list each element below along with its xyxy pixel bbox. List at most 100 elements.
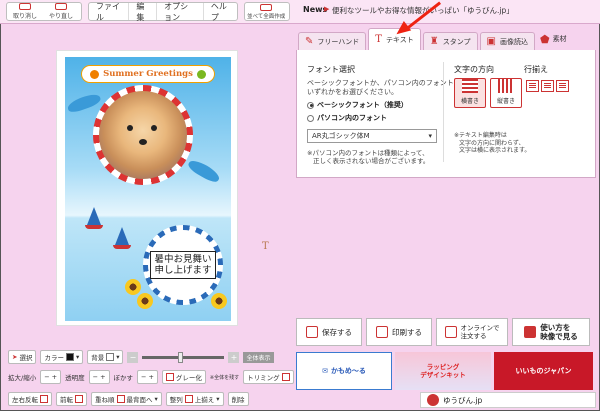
- order-button[interactable]: 重ね順 最背面へ ▾: [91, 392, 162, 406]
- menu-options[interactable]: オプション: [157, 2, 204, 22]
- blur-buttons[interactable]: − +: [137, 370, 158, 384]
- fit-group: 並べて全面作成: [244, 2, 290, 21]
- ad-banners: ✉ かもめ～る ラッピング デザインキット いいものジャパン: [296, 352, 596, 390]
- vertical-writing-button[interactable]: 縦書き: [490, 78, 522, 108]
- radio-dot: [307, 101, 314, 109]
- align-right-button[interactable]: [556, 80, 569, 92]
- direction-title: 文字の方向: [454, 65, 494, 74]
- boat-hull-1: [85, 225, 103, 229]
- postcard-design: Summer Greetings 暑中お見舞い 申し上げます: [65, 57, 231, 321]
- text-icon: T: [375, 34, 382, 45]
- message-frame[interactable]: 暑中お見舞い 申し上げます: [143, 225, 223, 305]
- fullview-button[interactable]: 全体表示: [243, 351, 274, 363]
- chevron-down-icon: ▾: [75, 353, 80, 361]
- dog-eye-right: [151, 125, 157, 131]
- opacity-buttons[interactable]: − +: [88, 370, 110, 384]
- sunflower-3: [211, 293, 227, 309]
- radio-pc-font[interactable]: パソコン内のフォント: [307, 113, 585, 123]
- video-icon: [524, 326, 537, 338]
- minus-icon: −: [44, 373, 50, 381]
- menu-help[interactable]: ヘルプ: [204, 2, 237, 22]
- align-left-button[interactable]: [526, 80, 539, 92]
- postcard[interactable]: Summer Greetings 暑中お見舞い 申し上げます: [56, 50, 238, 326]
- pen-icon: ✎: [305, 36, 314, 47]
- arrange-button[interactable]: 整列 上揃え ▾: [165, 392, 224, 406]
- delete-button[interactable]: 削除: [227, 392, 249, 406]
- minus-icon: −: [92, 373, 99, 381]
- panel-divider: [443, 62, 444, 162]
- zoom-slider-knob[interactable]: [178, 351, 184, 363]
- save-icon: [306, 326, 318, 338]
- save-button[interactable]: 保存する: [296, 318, 362, 346]
- boat-sail-1: [87, 207, 101, 225]
- background-picker[interactable]: 背景 ▾: [87, 350, 124, 364]
- radio-basic-font[interactable]: ベーシックフォント（推奨）: [307, 100, 585, 110]
- material-icon: ⬟: [540, 32, 550, 46]
- message-text[interactable]: 暑中お見舞い 申し上げます: [150, 251, 216, 279]
- ad-japan[interactable]: いいものジャパン: [494, 352, 593, 390]
- redo-icon: [55, 3, 68, 10]
- scale-label: 拡大/縮小: [8, 374, 37, 382]
- order-online-button[interactable]: オンラインで 注文する: [436, 318, 508, 346]
- font-dropdown[interactable]: AR丸ゴシック体M ▾: [307, 129, 437, 143]
- scale-buttons[interactable]: − +: [40, 370, 62, 384]
- flip-button[interactable]: 左右反転: [8, 392, 52, 406]
- color-picker[interactable]: カラー ▾: [40, 350, 84, 364]
- tab-image[interactable]: ▣ 画像読込: [479, 32, 535, 50]
- zoom-slider[interactable]: [142, 351, 225, 363]
- fit-button[interactable]: 並べて全面作成: [245, 3, 287, 20]
- ad-wrapping[interactable]: ラッピング デザインキット: [395, 352, 491, 390]
- control-row-2: 拡大/縮小 − + 透明度 − + ぼかす − + グレー化 ※全体を残す トリミング: [8, 370, 294, 384]
- select-tool-button[interactable]: ➤ 選択: [8, 350, 37, 364]
- greeting-banner[interactable]: Summer Greetings: [81, 65, 215, 83]
- tab-materials[interactable]: ⬟ 素材: [540, 29, 596, 49]
- dog-photo: [99, 91, 187, 179]
- align-center-button[interactable]: [541, 80, 554, 92]
- trim-icon: [281, 373, 290, 381]
- print-button[interactable]: 印刷する: [366, 318, 432, 346]
- radio-dot: [307, 114, 314, 122]
- gray-button[interactable]: グレー化: [161, 370, 206, 384]
- plus-icon: +: [100, 373, 106, 381]
- ad-kamome[interactable]: ✉ かもめ～る: [296, 352, 392, 390]
- photo-frame[interactable]: [93, 85, 193, 185]
- print-icon: [376, 326, 388, 338]
- menu-file[interactable]: ファイル: [89, 2, 130, 22]
- bg-swatch: [106, 353, 115, 361]
- horizontal-writing-button[interactable]: 横書き: [454, 78, 486, 108]
- dog-eye-left: [127, 125, 133, 131]
- text-cursor-icon: T: [262, 241, 269, 252]
- tab-freehand[interactable]: ✎ フリーハンド: [298, 32, 367, 50]
- flip-icon: [40, 395, 48, 403]
- boat-sail-2: [115, 227, 129, 245]
- footer-bar[interactable]: ゆうびん.jp: [420, 392, 596, 408]
- control-row-1: ➤ 選択 カラー ▾ 背景 ▾ − + 全体表示: [8, 350, 274, 364]
- orange-icon: [90, 69, 100, 79]
- trim-button[interactable]: トリミング: [243, 370, 294, 384]
- chevron-down-icon: ▾: [428, 132, 432, 140]
- rotate-button[interactable]: 前転: [56, 392, 87, 406]
- cart-icon: [444, 326, 457, 338]
- color-swatch: [65, 353, 74, 361]
- zoom-in-button[interactable]: +: [228, 351, 240, 363]
- rotate-icon: [75, 395, 83, 403]
- stamp-icon: ♜: [429, 36, 439, 47]
- action-buttons: 保存する 印刷する オンラインで 注文する 使い方を 映像で見る: [296, 318, 596, 350]
- news-arrow-icon: ▶: [324, 5, 330, 13]
- redo-button[interactable]: やり直し: [43, 3, 79, 20]
- vertical-text-icon: [498, 79, 514, 93]
- gray-icon: [165, 373, 174, 381]
- menu-edit[interactable]: 編集: [129, 2, 158, 22]
- align-title: 行揃え: [524, 65, 548, 74]
- undo-button[interactable]: 取り消し: [7, 3, 43, 20]
- kamome-icon: ✉: [322, 367, 328, 375]
- image-icon: ▣: [486, 36, 496, 47]
- dolphin-right: [186, 157, 222, 185]
- zoom-out-button[interactable]: −: [127, 351, 139, 363]
- bottom-controls: ➤ 選択 カラー ▾ 背景 ▾ − + 全体表示 拡大/縮小 − + 透明度 − + ぼか…: [8, 346, 294, 408]
- plus-icon: +: [148, 373, 154, 381]
- main-menu: ファイル 編集 オプション ヘルプ: [88, 2, 238, 22]
- tab-stamp[interactable]: ♜ スタンプ: [422, 32, 478, 50]
- howto-video-button[interactable]: 使い方を 映像で見る: [512, 318, 590, 346]
- layers-icon: [116, 395, 125, 403]
